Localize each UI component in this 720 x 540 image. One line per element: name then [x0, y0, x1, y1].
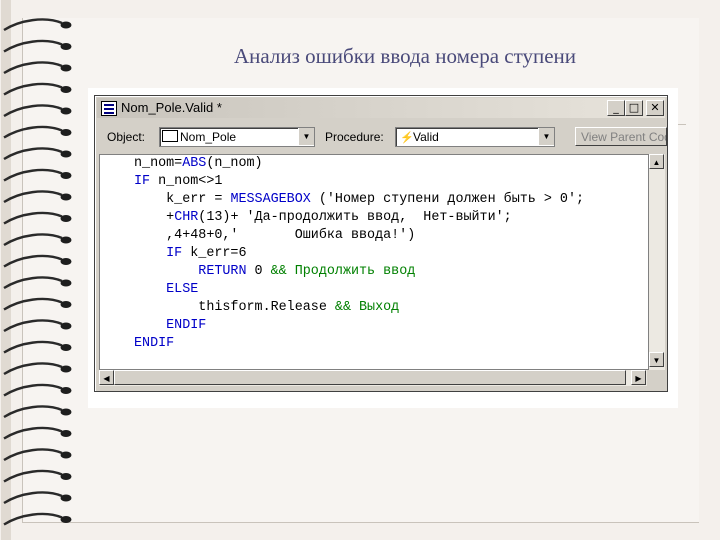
- maximize-button[interactable]: □: [625, 100, 643, 116]
- scroll-up-icon[interactable]: ▲: [649, 154, 664, 169]
- code-keyword: ABS: [182, 156, 207, 171]
- scroll-left-icon[interactable]: ◀: [99, 370, 114, 385]
- code-line[interactable]: ,4+48+0,' Ошибка ввода!'): [134, 227, 584, 245]
- horizontal-scroll-thumb[interactable]: [114, 370, 626, 385]
- code-keyword: MESSAGEBOX: [230, 192, 319, 207]
- code-line[interactable]: ENDIF: [134, 317, 584, 335]
- code-line[interactable]: ENDIF: [134, 335, 584, 353]
- code-line[interactable]: IF k_err=6: [134, 245, 584, 263]
- code-token: k_err =: [134, 192, 231, 207]
- code-line[interactable]: n_nom=ABS(n_nom): [134, 155, 584, 173]
- code-keyword: IF: [134, 246, 191, 261]
- code-line[interactable]: k_err = MESSAGEBOX ('Номер ступени долже…: [134, 191, 584, 209]
- code-token: thisform.Release: [134, 300, 335, 315]
- view-parent-code-button[interactable]: View Parent Cod: [575, 127, 667, 146]
- object-dropdown[interactable]: Nom_Pole ▼: [159, 127, 315, 147]
- window-titlebar[interactable]: Nom_Pole.Valid * _ □ ✕: [97, 98, 665, 118]
- code-token: ,4+48+0,' Ошибка ввода!'): [134, 228, 416, 243]
- code-window-icon: [101, 101, 117, 116]
- code-keyword: ENDIF: [134, 336, 175, 351]
- lightning-icon: ⚡: [400, 132, 414, 144]
- chevron-down-icon[interactable]: ▼: [298, 128, 314, 145]
- window-title: Nom_Pole.Valid *: [121, 100, 222, 115]
- code-line[interactable]: thisform.Release && Выход: [134, 299, 584, 317]
- code-keyword: RETURN: [134, 264, 255, 279]
- textbox-icon: [162, 130, 178, 142]
- scroll-down-icon[interactable]: ▼: [649, 352, 664, 367]
- code-token: n_nom=: [134, 156, 183, 171]
- code-keyword: IF: [134, 174, 159, 189]
- code-comment: && Выход: [334, 300, 400, 315]
- code-token: (n_nom): [206, 156, 263, 171]
- chevron-down-icon[interactable]: ▼: [538, 128, 554, 145]
- code-token: (13)+ 'Да-продолжить ввод, Нет-выйти';: [198, 210, 512, 225]
- vertical-scrollbar[interactable]: ▲ ▼: [649, 154, 665, 370]
- code-keyword: CHR: [174, 210, 199, 225]
- code-token: +: [134, 210, 175, 225]
- horizontal-scrollbar[interactable]: ◀ ▶: [99, 370, 647, 386]
- spiral-binding-icon: [1, 0, 72, 540]
- procedure-value: Valid: [413, 130, 439, 144]
- procedure-label: Procedure:: [325, 130, 384, 144]
- object-value: Nom_Pole: [180, 130, 237, 144]
- code-line[interactable]: RETURN 0 && Продолжить ввод: [134, 263, 584, 281]
- code-editor-window: Nom_Pole.Valid * _ □ ✕ Object: Nom_Pole …: [94, 95, 668, 392]
- code-keyword: ELSE: [134, 282, 199, 297]
- scroll-right-icon[interactable]: ▶: [631, 370, 646, 385]
- code-text[interactable]: n_nom=ABS(n_nom) IF n_nom<>1 k_err = MESS…: [134, 155, 584, 353]
- procedure-dropdown[interactable]: ⚡Valid ▼: [395, 127, 555, 147]
- slide-title: Анализ ошибки ввода номера ступени: [233, 44, 577, 68]
- editor-toolbar: Object: Nom_Pole ▼ Procedure: ⚡Valid ▼ V…: [97, 124, 667, 150]
- code-token: ('Номер ступени должен быть > 0';: [318, 192, 585, 207]
- code-token: k_err=6: [190, 246, 247, 261]
- close-button[interactable]: ✕: [646, 100, 664, 116]
- minimize-button[interactable]: _: [607, 100, 625, 116]
- object-label: Object:: [107, 130, 146, 144]
- code-line[interactable]: IF n_nom<>1: [134, 173, 584, 191]
- code-editor[interactable]: n_nom=ABS(n_nom) IF n_nom<>1 k_err = MESS…: [99, 154, 649, 370]
- code-keyword: ENDIF: [134, 318, 207, 333]
- code-line[interactable]: ELSE: [134, 281, 584, 299]
- code-token: 0: [254, 264, 271, 279]
- code-token: n_nom<>1: [158, 174, 223, 189]
- code-line[interactable]: +CHR(13)+ 'Да-продолжить ввод, Нет-выйти…: [134, 209, 584, 227]
- code-comment: && Продолжить ввод: [270, 264, 416, 279]
